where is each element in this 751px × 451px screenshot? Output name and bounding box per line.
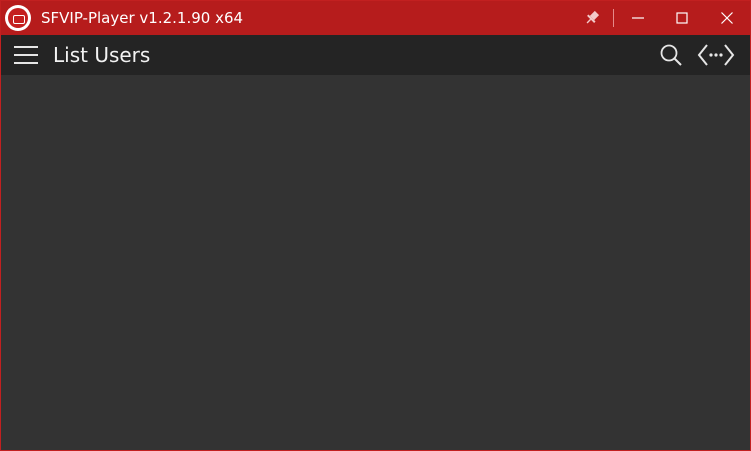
pin-icon bbox=[586, 10, 600, 24]
minimize-button[interactable] bbox=[621, 1, 655, 35]
app-window: SFVIP-Player v1.2.1.90 x64 List Users bbox=[0, 0, 751, 451]
hamburger-menu-icon bbox=[14, 46, 38, 64]
close-button[interactable] bbox=[709, 1, 745, 35]
window-title: SFVIP-Player v1.2.1.90 x64 bbox=[41, 9, 244, 27]
pin-button[interactable] bbox=[577, 1, 607, 35]
page-title: List Users bbox=[53, 43, 151, 67]
titlebar-separator bbox=[613, 9, 614, 27]
menu-button[interactable] bbox=[7, 35, 45, 75]
app-toolbar: List Users bbox=[1, 35, 750, 75]
close-icon bbox=[721, 12, 733, 24]
app-logo-icon bbox=[5, 5, 31, 31]
connection-icon bbox=[697, 44, 735, 66]
maximize-button[interactable] bbox=[665, 1, 699, 35]
maximize-icon bbox=[676, 12, 688, 24]
user-list-area bbox=[1, 75, 750, 450]
search-icon bbox=[660, 44, 682, 66]
search-button[interactable] bbox=[655, 35, 687, 75]
title-bar[interactable]: SFVIP-Player v1.2.1.90 x64 bbox=[1, 1, 750, 35]
minimize-icon bbox=[632, 17, 644, 19]
connection-button[interactable] bbox=[695, 35, 737, 75]
